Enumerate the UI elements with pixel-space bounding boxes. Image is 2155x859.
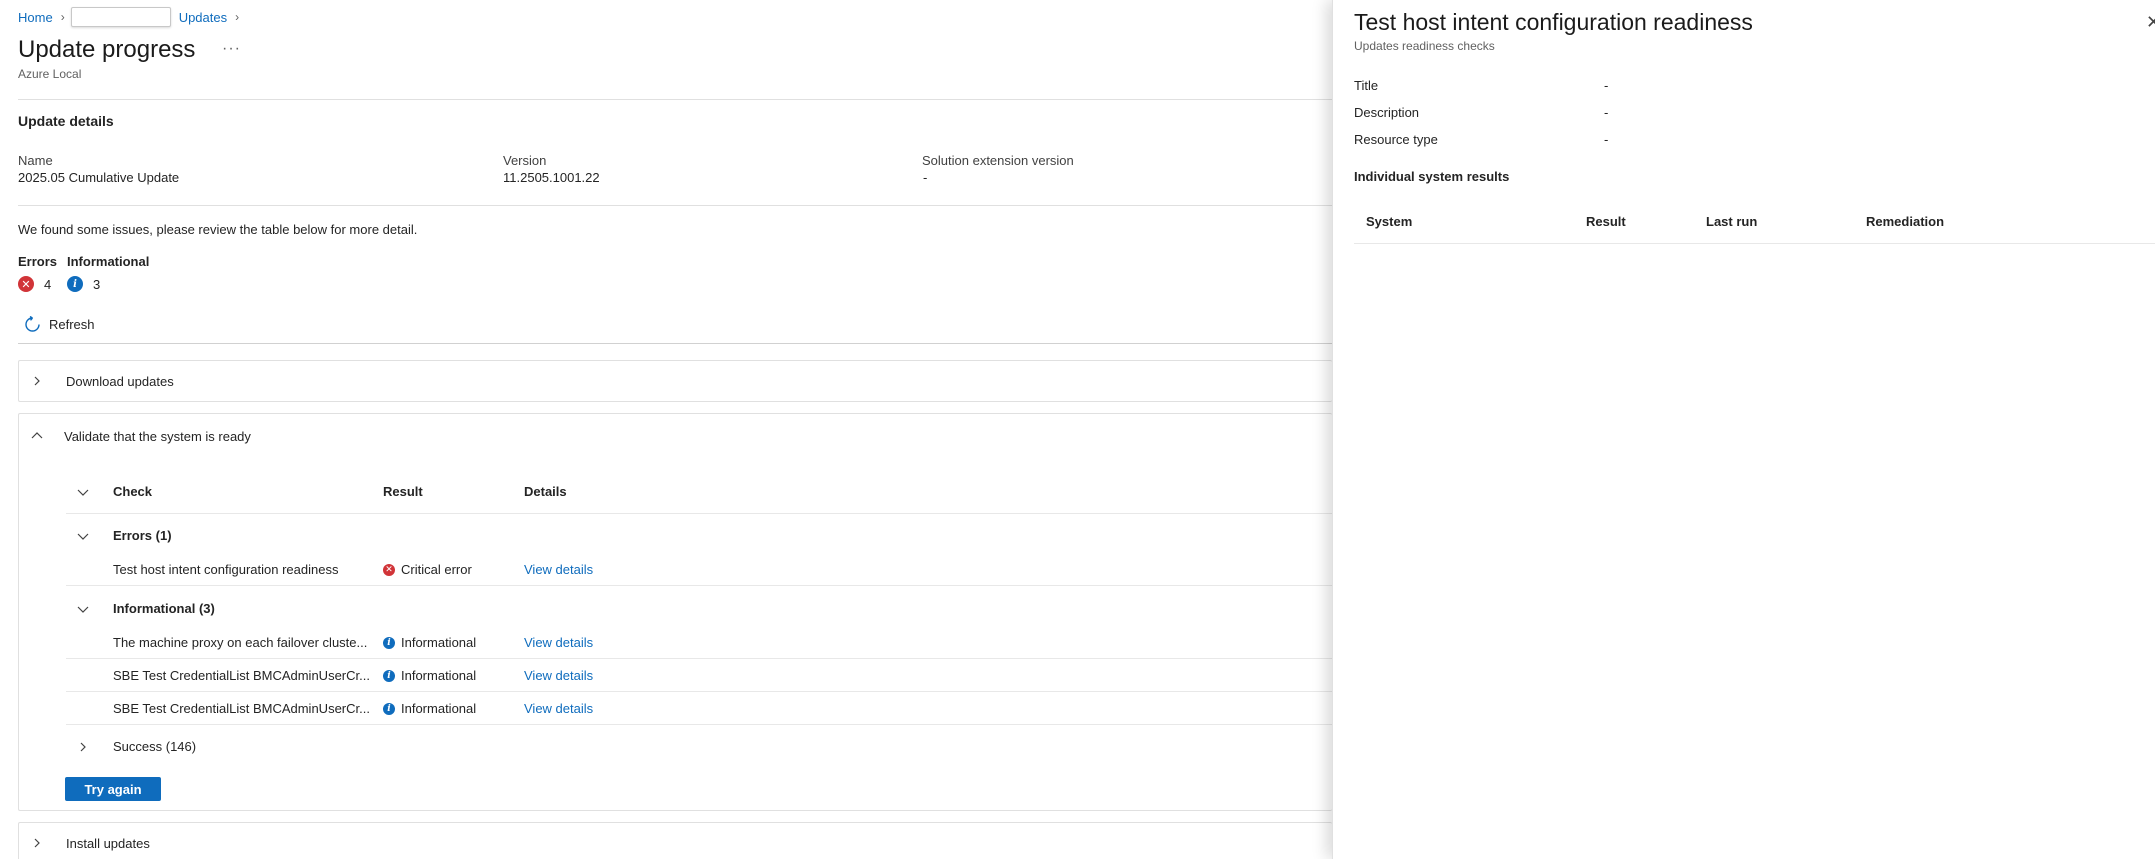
stage-download-label: Download updates [66, 373, 174, 389]
row-divider [66, 691, 1333, 692]
view-details-link[interactable]: View details [524, 668, 593, 683]
group-errors: Errors (1) [113, 528, 172, 543]
chevron-down-icon[interactable] [75, 601, 91, 617]
table-row-result: i Informational [383, 635, 476, 650]
issues-notice: We found some issues, please review the … [18, 222, 418, 237]
column-last-run[interactable]: Last run [1706, 214, 1757, 229]
result-label: Informational [401, 635, 477, 650]
field-description-value: - [1604, 105, 1609, 120]
error-icon: ✕ [383, 563, 395, 576]
chevron-down-icon[interactable] [75, 484, 91, 500]
name-value: 2025.05 Cumulative Update [18, 170, 180, 185]
field-title-label: Title [1354, 78, 1379, 93]
page-subtitle: Azure Local [18, 67, 82, 81]
breadcrumb-updates[interactable]: Updates [179, 10, 227, 25]
info-count: i 3 [67, 276, 100, 292]
row-divider [66, 658, 1333, 659]
refresh-icon [25, 316, 40, 332]
table-row-check: SBE Test CredentialList BMCAdminUserCr..… [113, 701, 370, 716]
row-divider [1354, 243, 2155, 244]
stage-validate-header[interactable]: Validate that the system is ready [29, 428, 251, 444]
try-again-button[interactable]: Try again [65, 777, 161, 801]
result-label: Informational [401, 701, 477, 716]
table-row-check: SBE Test CredentialList BMCAdminUserCr..… [113, 668, 370, 683]
row-divider [66, 513, 1333, 514]
breadcrumb-home[interactable]: Home [18, 10, 53, 25]
chevron-up-icon [29, 428, 45, 444]
column-details: Details [524, 484, 567, 499]
divider [18, 205, 1332, 206]
field-resource-type-label: Resource type [1354, 132, 1438, 147]
solution-extension-version-label: Solution extension version [922, 153, 1074, 168]
field-title-value: - [1604, 78, 1609, 93]
main-content: Home › Updates › Update progress ··· Azu… [0, 0, 1333, 859]
refresh-button[interactable]: Refresh [24, 316, 95, 333]
panel-title: Test host intent configuration readiness [1354, 9, 1753, 35]
column-remediation[interactable]: Remediation [1866, 214, 1944, 229]
update-details-title: Update details [18, 113, 114, 129]
error-icon: ✕ [18, 276, 34, 292]
table-row-result: i Informational [383, 701, 476, 716]
info-icon: i [67, 276, 83, 292]
chevron-right-icon: › [235, 10, 240, 24]
errors-count-value: 4 [44, 276, 52, 292]
chevron-right-icon [29, 835, 45, 851]
chevron-right-icon [29, 373, 45, 389]
stage-install-header[interactable]: Install updates [29, 835, 150, 851]
stage-validate: Validate that the system is ready Check … [18, 413, 1333, 811]
errors-count-label: Errors [18, 254, 58, 269]
group-informational: Informational (3) [113, 601, 215, 616]
info-icon: i [383, 669, 395, 682]
view-details-link[interactable]: View details [524, 562, 593, 577]
panel-subtitle: Updates readiness checks [1354, 39, 1495, 53]
stage-validate-label: Validate that the system is ready [64, 428, 251, 444]
solution-extension-version-value: - [923, 170, 928, 185]
table-row-check: Test host intent configuration readiness [113, 562, 339, 577]
stage-install-updates[interactable]: Install updates [18, 822, 1332, 859]
name-label: Name [18, 153, 53, 168]
stage-download-header[interactable]: Download updates [29, 373, 174, 389]
row-divider [66, 724, 1333, 725]
breadcrumb: Home › Updates › [18, 7, 245, 27]
toolbar-divider [18, 343, 1332, 344]
column-result: Result [383, 484, 423, 499]
individual-system-results-title: Individual system results [1354, 169, 1510, 184]
details-panel: Test host intent configuration readiness… [1332, 0, 2155, 859]
chevron-right-icon: › [60, 10, 65, 24]
stage-download-updates[interactable]: Download updates [18, 360, 1332, 402]
info-count-label: Informational [67, 254, 150, 269]
table-row-result: i Informational [383, 668, 476, 683]
column-system[interactable]: System [1366, 214, 1412, 229]
column-check: Check [113, 484, 153, 499]
group-success: Success (146) [113, 739, 197, 754]
view-details-link[interactable]: View details [524, 701, 593, 716]
result-label: Critical error [401, 562, 472, 577]
info-icon: i [383, 636, 395, 649]
column-result[interactable]: Result [1586, 214, 1626, 229]
errors-count: ✕ 4 [18, 276, 51, 292]
chevron-right-icon[interactable] [75, 739, 91, 755]
more-options-button[interactable]: ··· [222, 40, 241, 58]
field-resource-type-value: - [1604, 132, 1609, 147]
breadcrumb-hidden-item[interactable] [70, 7, 171, 27]
table-row-result: ✕ Critical error [383, 562, 472, 577]
close-icon[interactable]: ✕ [2146, 12, 2155, 33]
version-link[interactable]: 11.2505.1001.22 [503, 170, 600, 185]
info-icon: i [383, 702, 395, 715]
info-count-value: 3 [93, 276, 101, 292]
chevron-down-icon[interactable] [75, 528, 91, 544]
divider [18, 99, 1332, 100]
result-label: Informational [401, 668, 477, 683]
field-description-label: Description [1354, 105, 1420, 120]
table-row-check: The machine proxy on each failover clust… [113, 635, 368, 650]
refresh-label: Refresh [49, 317, 95, 332]
row-divider [66, 585, 1333, 586]
page-title: Update progress [18, 36, 196, 63]
view-details-link[interactable]: View details [524, 635, 593, 650]
version-label: Version [503, 153, 547, 168]
stage-install-label: Install updates [66, 835, 150, 851]
